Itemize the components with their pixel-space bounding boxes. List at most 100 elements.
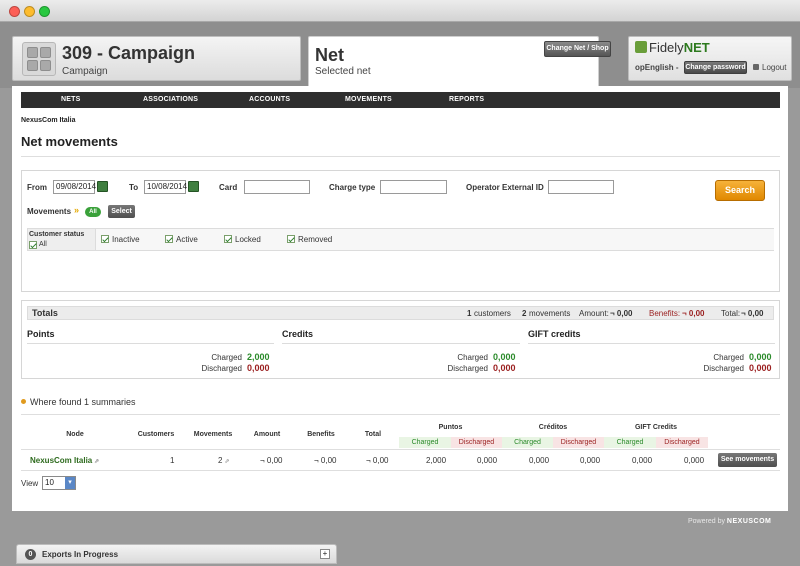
locked-checkbox[interactable] xyxy=(224,235,232,243)
points-title: Points xyxy=(27,329,55,339)
from-date-input[interactable]: 09/08/2014 xyxy=(53,180,96,194)
nav-item-nets[interactable]: NETS xyxy=(61,92,80,108)
external-link-icon: ⇗ xyxy=(224,459,230,465)
row-creditos-charged: 0,000 xyxy=(529,456,550,465)
nav-item-associations[interactable]: ASSOCIATIONS xyxy=(143,92,198,108)
campaign-logo-icon xyxy=(22,42,56,76)
active-label: Active xyxy=(176,235,198,244)
nav-item-accounts[interactable]: ACCOUNTS xyxy=(249,92,290,108)
expand-plus-icon[interactable]: + xyxy=(320,549,330,559)
user-name: opEnglish - xyxy=(635,63,679,72)
exports-in-progress-panel[interactable]: 0 Exports In Progress + xyxy=(16,544,337,564)
removed-checkbox[interactable] xyxy=(287,235,295,243)
card-label: Card xyxy=(219,183,238,192)
logout-link[interactable]: Logout xyxy=(753,63,786,72)
totals-panel: Totals 1 customers 2 movements Amount: ¬… xyxy=(21,300,780,379)
total-label: Total: xyxy=(721,309,741,318)
campaign-tab[interactable]: 309 - Campaign Campaign xyxy=(12,36,301,81)
card-input[interactable] xyxy=(244,180,310,194)
row-node-link[interactable]: NexusCom Italia ⇗ xyxy=(30,456,99,465)
search-button[interactable]: Search xyxy=(715,180,765,201)
col-gift-credits: GIFT Credits xyxy=(634,424,677,431)
removed-label: Removed xyxy=(298,235,333,244)
customers-label: customers xyxy=(474,309,511,318)
creditos-discharged-header: Discharged xyxy=(553,437,604,448)
totals-title: Totals xyxy=(32,308,58,318)
view-page-size-select[interactable]: 10 ▾ xyxy=(42,476,76,490)
zoom-window-icon[interactable] xyxy=(39,6,50,17)
benefits-value: ¬ 0,00 xyxy=(682,309,705,318)
change-net-shop-button[interactable]: Change Net / Shop xyxy=(544,41,611,57)
customer-status-box: Customer status All Inactive Active Lock… xyxy=(27,228,774,251)
col-total: Total xyxy=(364,431,382,438)
col-benefits: Benefits xyxy=(307,431,335,438)
col-creditos: Créditos xyxy=(538,424,568,431)
charge-type-input[interactable] xyxy=(380,180,447,194)
filter-panel: From 09/08/2014 To 10/08/2014 Card Charg… xyxy=(21,170,780,292)
col-customers: Customers xyxy=(137,431,175,438)
points-charged-value: 2,000 xyxy=(247,352,270,362)
to-date-input[interactable]: 10/08/2014 xyxy=(144,180,187,194)
table-row: NexusCom Italia ⇗ 1 2 ⇗ ¬ 0,00 ¬ 0,00 ¬ 0,… xyxy=(21,449,780,471)
row-movements-link[interactable]: 2 ⇗ xyxy=(218,456,229,465)
gift-charged-label: Charged xyxy=(713,353,744,362)
gift-discharged-value: 0,000 xyxy=(749,363,772,373)
credits-title: Credits xyxy=(282,329,314,339)
movements-select-button[interactable]: Select xyxy=(108,205,135,218)
operator-external-id-label: Operator External ID xyxy=(466,183,544,192)
view-label: View xyxy=(21,479,39,488)
see-movements-button[interactable]: See movements xyxy=(718,453,777,467)
gift-credits-divider xyxy=(528,343,775,344)
double-chevron-icon: » xyxy=(74,205,80,215)
net-title: Net xyxy=(315,45,345,65)
customers-count: 1 xyxy=(467,309,472,318)
from-calendar-icon[interactable] xyxy=(97,181,108,192)
puntos-discharged-header: Discharged xyxy=(451,437,502,448)
fidelynet-logo: FidelyNET xyxy=(635,40,710,55)
credits-discharged-value: 0,000 xyxy=(493,363,516,373)
total-value: ¬ 0,00 xyxy=(741,309,764,318)
nav-item-movements[interactable]: MOVEMENTS xyxy=(345,92,392,108)
inactive-label: Inactive xyxy=(112,235,140,244)
operator-external-id-input[interactable] xyxy=(548,180,614,194)
breadcrumb[interactable]: NexusCom Italia xyxy=(21,117,75,124)
amount-value: ¬ 0,00 xyxy=(610,309,633,318)
to-calendar-icon[interactable] xyxy=(188,181,199,192)
points-divider xyxy=(27,343,274,344)
col-movements: Movements xyxy=(193,431,233,438)
net-tab: Net Selected net Change Net / Shop xyxy=(308,36,611,86)
close-window-icon[interactable] xyxy=(9,6,20,17)
points-discharged-label: Discharged xyxy=(201,364,242,373)
row-puntos-discharged: 0,000 xyxy=(477,456,498,465)
bullet-icon xyxy=(21,399,26,404)
campaign-title: 309 - Campaign xyxy=(62,43,196,63)
external-link-icon: ⇗ xyxy=(94,459,100,465)
inactive-checkbox[interactable] xyxy=(101,235,109,243)
window-titlebar xyxy=(0,0,800,22)
main-nav: NETS ASSOCIATIONS ACCOUNTS MOVEMENTS REP… xyxy=(21,92,780,108)
exports-label: Exports In Progress xyxy=(42,550,119,559)
charge-type-label: Charge type xyxy=(329,183,376,192)
exports-count-badge: 0 xyxy=(25,549,36,560)
movements-count: 2 xyxy=(522,309,527,318)
col-amount: Amount xyxy=(253,431,281,438)
main-content: NETS ASSOCIATIONS ACCOUNTS MOVEMENTS REP… xyxy=(12,86,788,511)
points-discharged-value: 0,000 xyxy=(247,363,270,373)
all-status-checkbox[interactable] xyxy=(29,241,37,249)
minimize-window-icon[interactable] xyxy=(24,6,35,17)
powered-by: Powered by NEXUSCOM xyxy=(688,518,772,525)
all-status-label: All xyxy=(39,241,47,248)
movements-total-label: movements xyxy=(529,309,571,318)
row-puntos-charged: 2,000 xyxy=(426,456,447,465)
customer-status-label: Customer status xyxy=(29,231,85,238)
locked-label: Locked xyxy=(235,235,261,244)
benefits-label: Benefits: xyxy=(649,309,681,318)
nav-item-reports[interactable]: REPORTS xyxy=(449,92,484,108)
active-checkbox[interactable] xyxy=(165,235,173,243)
divider xyxy=(21,414,780,415)
summaries-heading: Where found 1 summaries xyxy=(21,397,136,407)
creditos-charged-header: Charged xyxy=(502,437,553,448)
status-options: Inactive Active Locked Removed xyxy=(95,229,774,250)
row-benefits: ¬ 0,00 xyxy=(314,456,337,465)
change-password-button[interactable]: Change password xyxy=(684,61,747,74)
